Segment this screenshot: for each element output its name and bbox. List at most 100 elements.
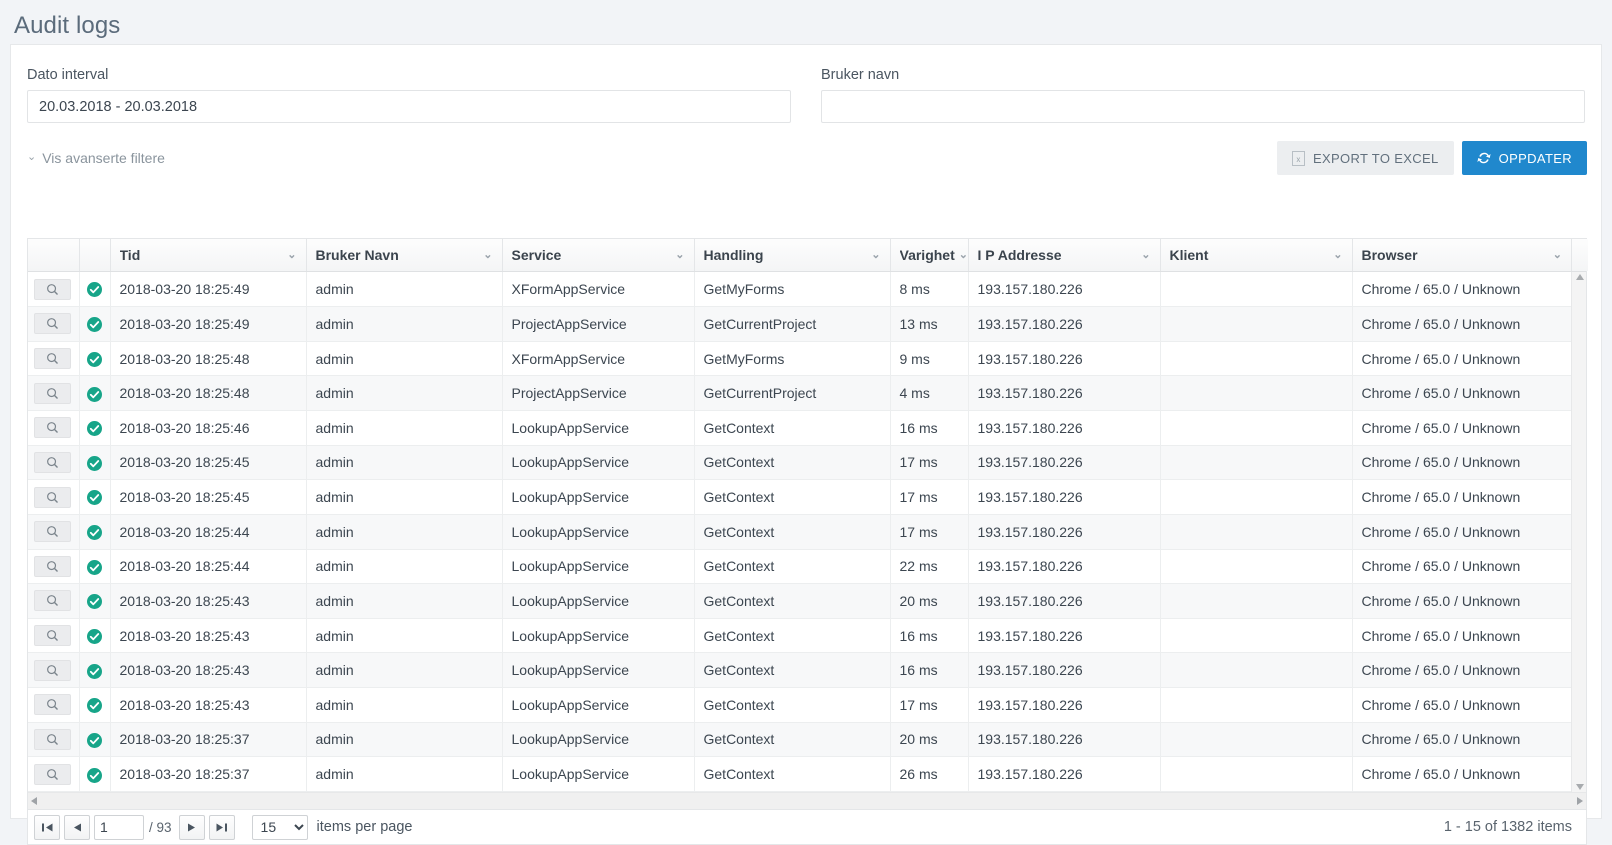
view-details-button[interactable] <box>34 382 71 404</box>
grid-vertical-scrollbar[interactable] <box>1571 272 1586 792</box>
column-header-ip_addresse[interactable]: I P Addresse ⌄ <box>968 239 1161 271</box>
cell-ip_addresse: 193.157.180.226 <box>968 756 1161 792</box>
cell-klient <box>1160 375 1353 411</box>
view-details-button[interactable] <box>34 659 71 681</box>
view-details-button[interactable] <box>34 417 71 439</box>
view-details-button[interactable] <box>34 728 71 750</box>
table-row[interactable]: 2018-03-20 18:25:49 admin XFormAppService G… <box>28 272 1571 308</box>
view-details-button[interactable] <box>34 278 71 300</box>
user-name-input[interactable] <box>821 90 1585 123</box>
table-row[interactable]: 2018-03-20 18:25:48 admin ProjectAppServic… <box>28 375 1571 411</box>
table-row[interactable]: 2018-03-20 18:25:46 admin LookupAppService… <box>28 410 1571 446</box>
scroll-left-arrow-icon[interactable] <box>31 797 37 805</box>
table-row[interactable]: 2018-03-20 18:25:37 admin LookupAppService… <box>28 756 1571 792</box>
table-row[interactable]: 2018-03-20 18:25:43 admin LookupAppService… <box>28 583 1571 619</box>
view-details-button[interactable] <box>34 555 71 577</box>
check-circle-icon <box>87 628 102 644</box>
scroll-right-arrow-icon[interactable] <box>1577 797 1583 805</box>
date-range-label: Dato interval <box>27 67 109 83</box>
table-row[interactable]: 2018-03-20 18:25:43 admin LookupAppService… <box>28 652 1571 688</box>
column-header-handling[interactable]: Handling ⌄ <box>694 239 891 271</box>
export-to-excel-button[interactable]: x EXPORT TO EXCEL <box>1276 141 1454 175</box>
column-menu-chevron-icon[interactable]: ⌄ <box>1137 249 1150 261</box>
grid-header-row: Tid ⌄ Bruker Navn ⌄ Service ⌄ Handling ⌄ Varighe… <box>28 239 1571 271</box>
magnifier-icon <box>47 595 59 607</box>
view-details-button[interactable] <box>34 313 71 335</box>
column-menu-chevron-icon[interactable]: ⌄ <box>1549 249 1562 261</box>
cell-ip_addresse: 193.157.180.226 <box>968 549 1161 585</box>
cell-handling: GetContext <box>694 652 891 688</box>
table-row[interactable]: 2018-03-20 18:25:44 admin LookupAppService… <box>28 514 1571 550</box>
page-size-select[interactable]: 15 <box>251 814 308 840</box>
cell-klient <box>1160 722 1353 758</box>
grid-header: Tid ⌄ Bruker Navn ⌄ Service ⌄ Handling ⌄ Varighe… <box>28 239 1588 272</box>
table-row[interactable]: 2018-03-20 18:25:45 admin LookupAppService… <box>28 445 1571 481</box>
table-row[interactable]: 2018-03-20 18:25:44 admin LookupAppService… <box>28 549 1571 585</box>
cell-ip_addresse: 193.157.180.226 <box>968 618 1161 654</box>
scroll-down-arrow-icon[interactable] <box>1576 784 1584 790</box>
cell-bruker_navn: admin <box>306 479 503 515</box>
cell-handling: GetContext <box>694 549 891 585</box>
cell-klient <box>1160 687 1353 723</box>
date-range-input[interactable] <box>27 90 791 123</box>
cell-handling: GetContext <box>694 514 891 550</box>
table-row[interactable]: 2018-03-20 18:25:37 admin LookupAppService… <box>28 722 1571 758</box>
table-row[interactable]: 2018-03-20 18:25:43 admin LookupAppService… <box>28 687 1571 723</box>
check-circle-icon <box>87 386 102 402</box>
view-details-button[interactable] <box>34 486 71 508</box>
magnifier-icon <box>47 526 59 538</box>
refresh-button[interactable]: OPPDATER <box>1461 141 1587 175</box>
view-details-button[interactable] <box>34 694 71 716</box>
column-header-browser[interactable]: Browser ⌄ <box>1352 239 1571 271</box>
cell-bruker_navn: admin <box>306 514 503 550</box>
column-header-service[interactable]: Service ⌄ <box>502 239 695 271</box>
cell-service: ProjectAppService <box>502 375 695 411</box>
excel-file-icon: x <box>1291 150 1305 166</box>
column-header-bruker_navn[interactable]: Bruker Navn ⌄ <box>306 239 503 271</box>
cell-bruker_navn: admin <box>306 341 503 377</box>
column-menu-chevron-icon[interactable]: ⌄ <box>283 249 296 261</box>
next-page-button[interactable] <box>178 814 205 840</box>
row-status-cell <box>79 756 111 792</box>
column-header-tid[interactable]: Tid ⌄ <box>110 239 307 271</box>
cell-service: XFormAppService <box>502 272 695 308</box>
cell-browser: Chrome / 65.0 / Unknown <box>1352 375 1571 411</box>
column-header-status <box>79 239 111 271</box>
previous-page-button[interactable] <box>64 814 90 840</box>
row-command-cell <box>28 410 80 446</box>
cell-klient <box>1160 479 1353 515</box>
scroll-up-arrow-icon[interactable] <box>1576 274 1584 280</box>
column-menu-chevron-icon[interactable]: ⌄ <box>671 249 684 261</box>
cell-klient <box>1160 306 1353 342</box>
cell-varighet: 17 ms <box>890 687 969 723</box>
view-details-button[interactable] <box>34 590 71 612</box>
view-details-button[interactable] <box>34 348 71 370</box>
column-menu-chevron-icon[interactable]: ⌄ <box>955 249 967 261</box>
grid-horizontal-scrollbar[interactable] <box>28 792 1586 809</box>
table-row[interactable]: 2018-03-20 18:25:49 admin ProjectAppServic… <box>28 306 1571 342</box>
page-number-input[interactable] <box>94 814 144 840</box>
column-menu-chevron-icon[interactable]: ⌄ <box>867 249 880 261</box>
view-details-button[interactable] <box>34 625 71 647</box>
column-menu-chevron-icon[interactable]: ⌄ <box>1329 249 1342 261</box>
first-page-button[interactable] <box>34 814 60 840</box>
view-details-button[interactable] <box>34 451 71 473</box>
table-row[interactable]: 2018-03-20 18:25:45 admin LookupAppService… <box>28 479 1571 515</box>
view-details-button[interactable] <box>34 521 71 543</box>
advanced-filter-toggle[interactable]: ⌄ Vis avanserte filtere <box>27 150 165 166</box>
vertical-scroll-thumb[interactable] <box>1574 284 1586 584</box>
grid-header-scroll-filler <box>1571 239 1588 271</box>
view-details-button[interactable] <box>34 763 71 785</box>
cell-klient <box>1160 445 1353 481</box>
column-header-varighet[interactable]: Varighet ⌄ <box>890 239 969 271</box>
column-menu-chevron-icon[interactable]: ⌄ <box>479 249 492 261</box>
column-header-klient[interactable]: Klient ⌄ <box>1160 239 1353 271</box>
table-row[interactable]: 2018-03-20 18:25:43 admin LookupAppService… <box>28 618 1571 654</box>
table-row[interactable]: 2018-03-20 18:25:48 admin XFormAppService G… <box>28 341 1571 377</box>
cell-browser: Chrome / 65.0 / Unknown <box>1352 479 1571 515</box>
last-page-button[interactable] <box>208 814 235 840</box>
row-status-cell <box>79 479 111 515</box>
cell-klient <box>1160 341 1353 377</box>
cell-service: ProjectAppService <box>502 306 695 342</box>
cell-bruker_navn: admin <box>306 583 503 619</box>
